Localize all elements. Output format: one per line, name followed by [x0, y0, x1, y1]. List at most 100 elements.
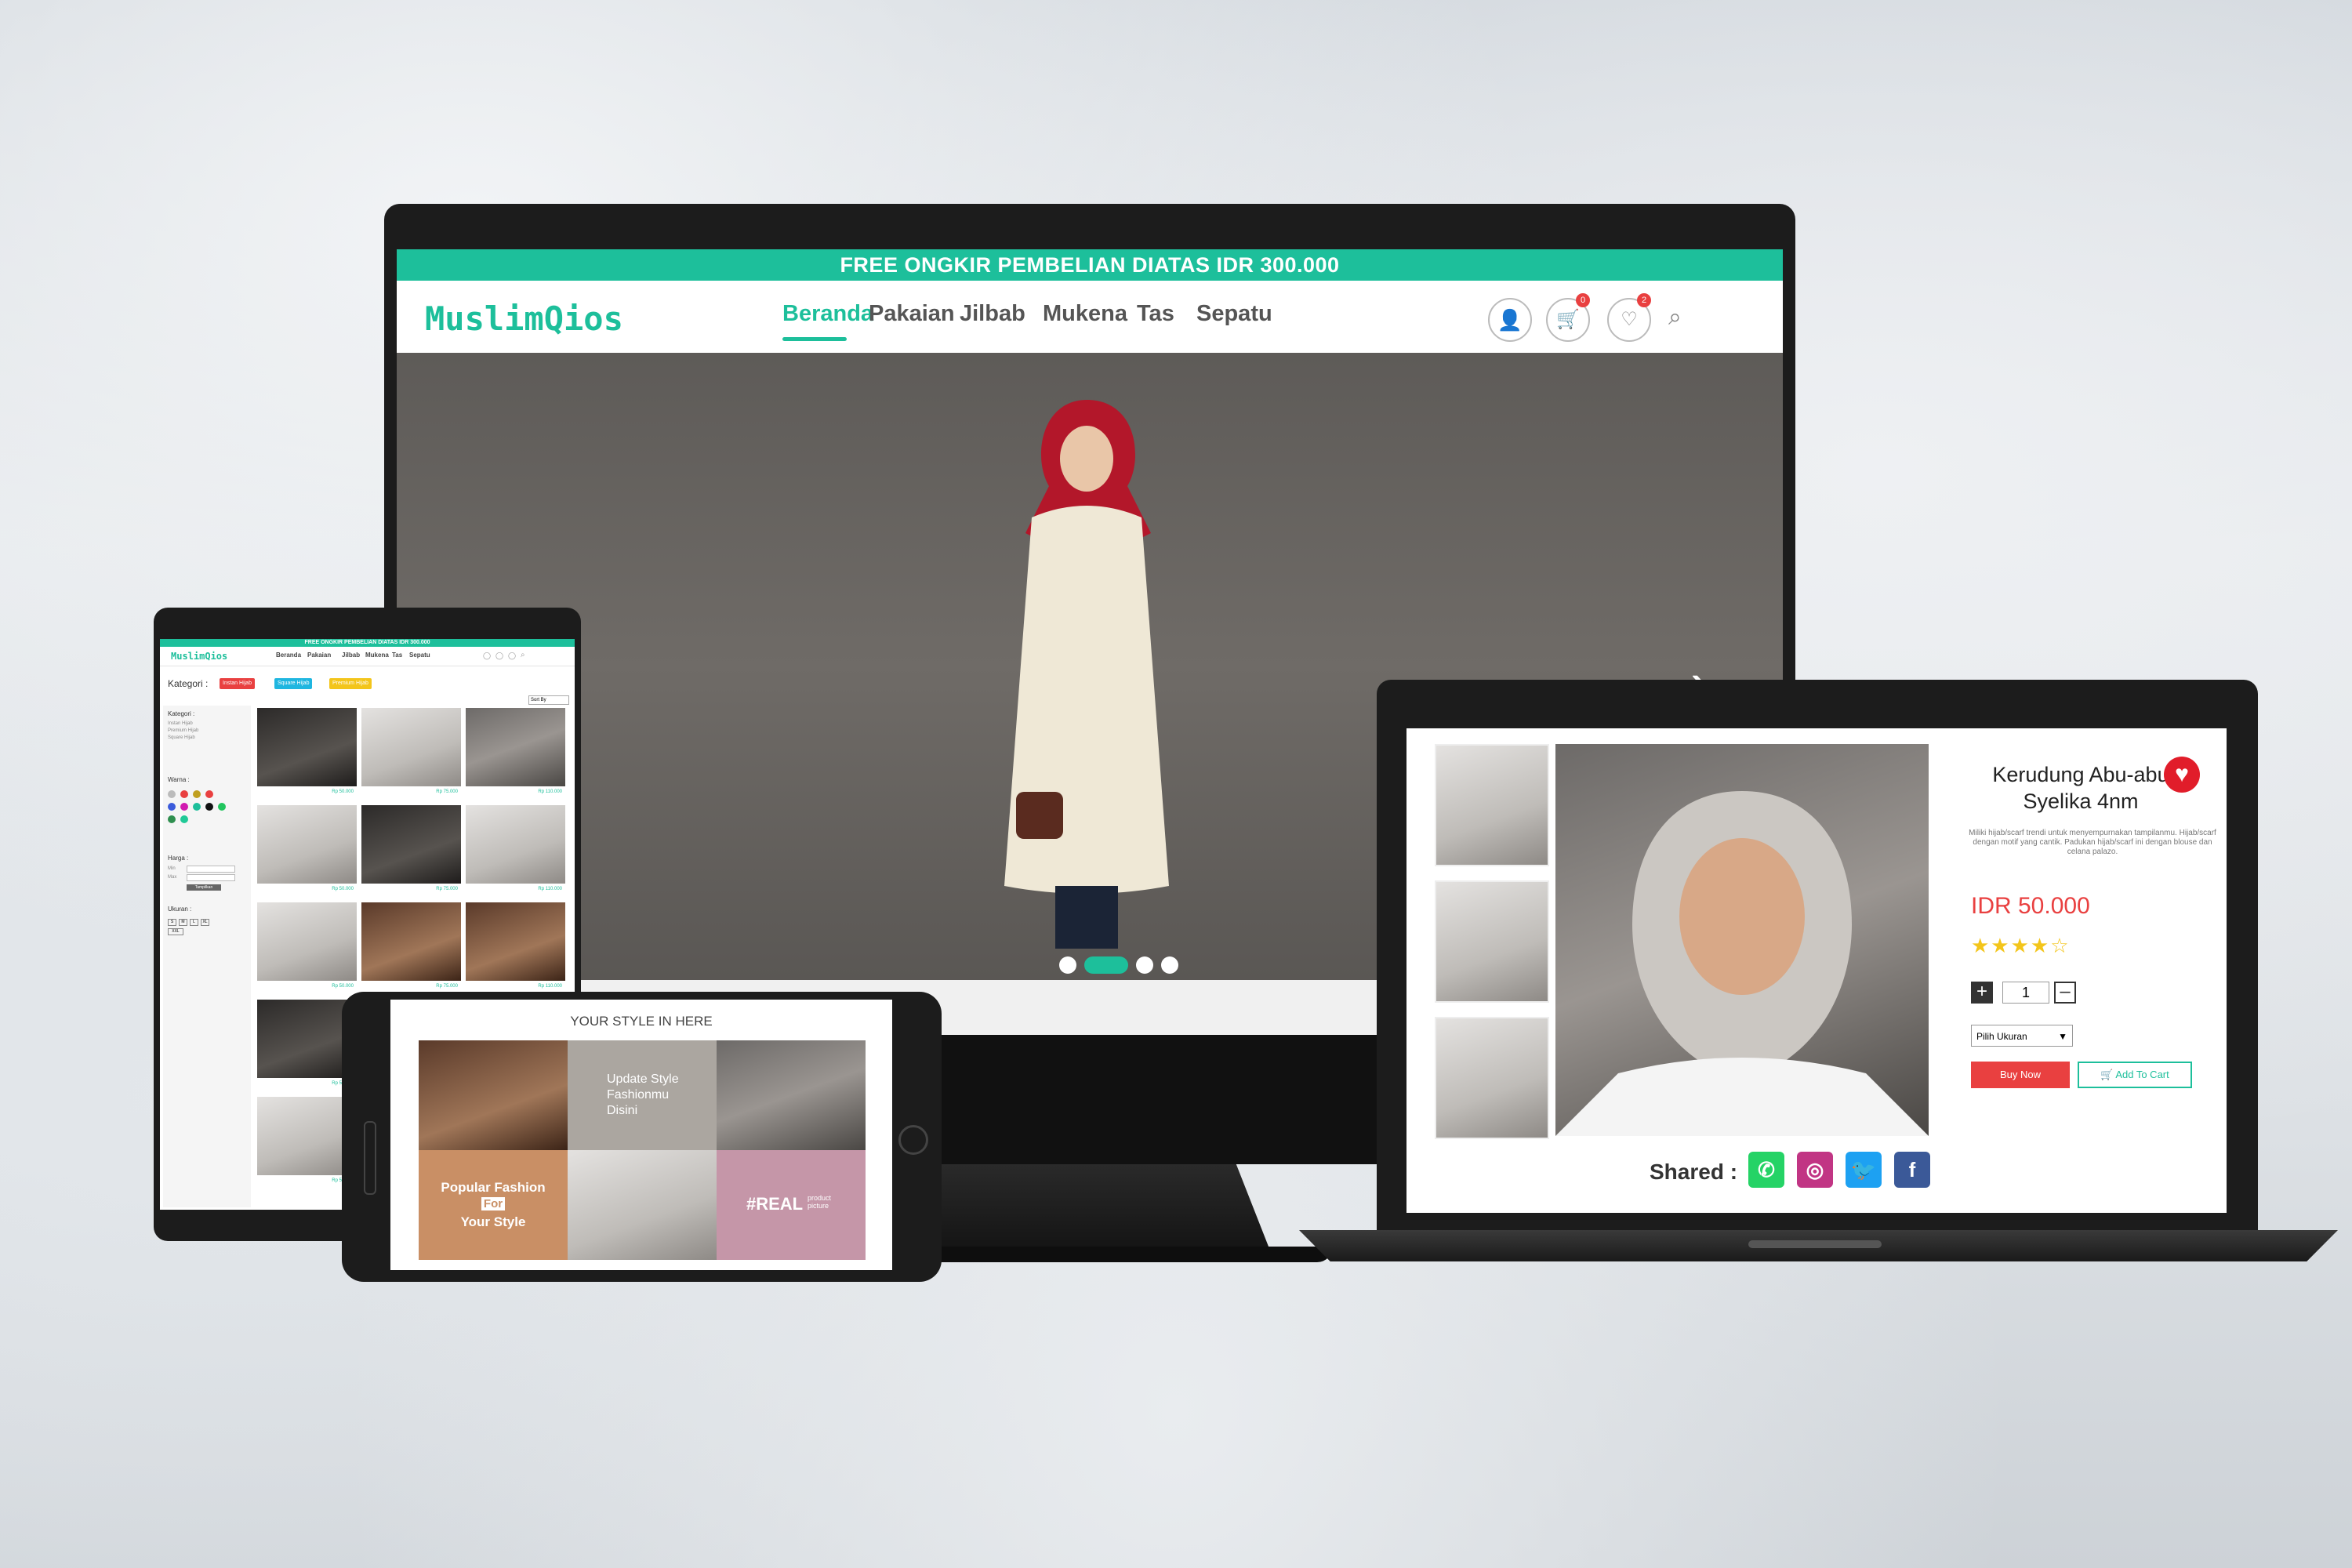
min-price-input[interactable]	[187, 866, 235, 873]
style-tile-image[interactable]	[568, 1150, 717, 1260]
user-icon[interactable]: 👤	[1488, 298, 1532, 342]
size-select-label: Pilih Ukuran	[1976, 1031, 2027, 1042]
product-card[interactable]: Rp 110.000	[466, 902, 565, 996]
nav-tas[interactable]: Tas	[1137, 301, 1174, 327]
sort-dropdown[interactable]: Sort By	[528, 695, 569, 705]
color-swatch[interactable]	[180, 815, 188, 823]
size-xl[interactable]: XL	[201, 919, 209, 926]
twitter-icon[interactable]: 🐦	[1846, 1152, 1882, 1188]
nav-mukena[interactable]: Mukena	[1043, 301, 1127, 327]
filter-tag-premium[interactable]: Premium Hijab	[329, 678, 372, 689]
heart-icon[interactable]: ♥	[2164, 757, 2200, 793]
product-thumbnail[interactable]	[1435, 880, 1549, 1003]
size-s[interactable]: S	[168, 919, 176, 926]
sidebar-warna-title: Warna :	[168, 776, 190, 783]
qty-plus-button[interactable]: +	[1971, 982, 1993, 1004]
wishlist-badge: 2	[1637, 293, 1651, 307]
filter-tag-square[interactable]: Square Hijab	[274, 678, 313, 689]
color-swatch[interactable]	[193, 790, 201, 798]
nav-pakaian[interactable]: Pakaian	[869, 301, 955, 327]
phone-home-button	[898, 1125, 928, 1155]
popular-line2: Your Style	[460, 1214, 526, 1229]
qty-minus-button[interactable]: –	[2054, 982, 2076, 1004]
product-model-image	[1555, 791, 1929, 1136]
color-swatch[interactable]	[205, 803, 213, 811]
style-tile-real[interactable]: #REAL product picture	[717, 1150, 866, 1260]
cart-icon[interactable]: ◯	[495, 652, 503, 660]
carousel-dot[interactable]	[1161, 956, 1178, 974]
buy-now-button[interactable]: Buy Now	[1971, 1062, 2070, 1088]
color-swatch[interactable]	[193, 803, 201, 811]
min-label: Min	[168, 866, 176, 871]
product-card[interactable]: Rp 75.000	[361, 902, 461, 996]
sidebar-kategori-instan[interactable]: Instan Hijab	[168, 721, 193, 726]
apply-price-button[interactable]: Tampilkan	[187, 884, 221, 891]
product-title: Kerudung Abu-abu Syelika 4nm	[1992, 763, 2169, 813]
nav-sepatu[interactable]: Sepatu	[409, 652, 430, 659]
product-image	[257, 805, 357, 884]
product-price: Rp 75.000	[436, 984, 458, 989]
color-swatch[interactable]	[180, 790, 188, 798]
search-icon[interactable]: ⌕	[521, 651, 525, 659]
kategori-label: Kategori :	[168, 678, 209, 689]
nav-pakaian[interactable]: Pakaian	[307, 652, 331, 659]
site-logo[interactable]: MuslimQios	[425, 299, 623, 338]
filter-tag-instan[interactable]: Instan Hijab	[220, 678, 255, 689]
nav-tas[interactable]: Tas	[392, 652, 402, 659]
product-card[interactable]: Rp 75.000	[361, 708, 461, 802]
whatsapp-icon[interactable]: ✆	[1748, 1152, 1784, 1188]
real-sub: product picture	[808, 1194, 832, 1210]
product-card[interactable]: Rp 50.000	[257, 902, 357, 996]
product-price: Rp 75.000	[436, 789, 458, 794]
product-price: Rp 50.000	[332, 789, 354, 794]
popular-for: For	[481, 1197, 505, 1210]
product-card[interactable]: Rp 50.000	[257, 805, 357, 899]
wishlist-icon[interactable]: ◯	[508, 652, 516, 660]
style-tile-quote[interactable]: Update Style Fashionmu Disini	[568, 1040, 717, 1150]
sidebar-kategori-square[interactable]: Square Hijab	[168, 735, 195, 740]
user-icon[interactable]: ◯	[483, 652, 491, 660]
product-thumbnail[interactable]	[1435, 744, 1549, 866]
nav-jilbab[interactable]: Jilbab	[960, 301, 1025, 327]
search-icon[interactable]: ⌕	[1668, 304, 1682, 331]
size-l[interactable]: L	[190, 919, 198, 926]
quantity-input[interactable]: 1	[2002, 982, 2049, 1004]
nav-beranda[interactable]: Beranda	[782, 301, 873, 327]
instagram-icon[interactable]: ◎	[1797, 1152, 1833, 1188]
product-card[interactable]: Rp 50.000	[257, 708, 357, 802]
color-swatch[interactable]	[168, 803, 176, 811]
product-card[interactable]: Rp 110.000	[466, 708, 565, 802]
facebook-icon[interactable]: f	[1894, 1152, 1930, 1188]
carousel-dot[interactable]	[1084, 956, 1128, 974]
style-tile-image[interactable]	[419, 1040, 568, 1150]
color-swatch[interactable]	[218, 803, 226, 811]
product-card[interactable]: Rp 110.000	[466, 805, 565, 899]
sidebar-harga-title: Harga :	[168, 855, 189, 862]
color-swatch[interactable]	[168, 790, 176, 798]
sidebar-kategori-premium[interactable]: Premium Hijab	[168, 728, 198, 733]
product-card[interactable]: Rp 75.000	[361, 805, 461, 899]
carousel-dot[interactable]	[1136, 956, 1153, 974]
nav-jilbab[interactable]: Jilbab	[342, 652, 360, 659]
product-image	[466, 805, 565, 884]
color-swatch[interactable]	[168, 815, 176, 823]
color-swatch[interactable]	[205, 790, 213, 798]
style-tile-image[interactable]	[717, 1040, 866, 1150]
carousel-dot[interactable]	[1059, 956, 1076, 974]
sidebar-ukuran-title: Ukuran :	[168, 906, 192, 913]
site-logo[interactable]: MuslimQios	[171, 651, 227, 662]
size-m[interactable]: M	[179, 919, 187, 926]
nav-sepatu[interactable]: Sepatu	[1196, 301, 1272, 327]
size-select[interactable]: Pilih Ukuran ▼	[1971, 1025, 2073, 1047]
color-swatch[interactable]	[180, 803, 188, 811]
nav-mukena[interactable]: Mukena	[365, 652, 389, 659]
chevron-down-icon: ▼	[2058, 1031, 2067, 1042]
product-image	[466, 708, 565, 786]
style-tile-popular[interactable]: Popular Fashion For Your Style	[419, 1150, 568, 1260]
nav-beranda[interactable]: Beranda	[276, 652, 301, 659]
max-price-input[interactable]	[187, 874, 235, 881]
product-thumbnail[interactable]	[1435, 1017, 1549, 1139]
size-xxl[interactable]: XXL	[168, 928, 183, 935]
add-to-cart-button[interactable]: 🛒 Add To Cart	[2078, 1062, 2192, 1088]
tablet-navbar: MuslimQios Beranda Pakaian Jilbab Mukena…	[160, 647, 575, 666]
